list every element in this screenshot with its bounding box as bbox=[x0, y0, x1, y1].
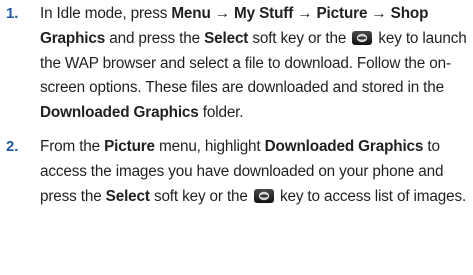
bold-text: Downloaded Graphics bbox=[40, 104, 199, 122]
text-run: In Idle mode, press bbox=[40, 5, 172, 22]
bold-text: Select bbox=[204, 29, 249, 47]
text-run: key to access list of images. bbox=[275, 187, 467, 205]
center-select-key-icon bbox=[352, 30, 373, 45]
instruction-list: 1. In Idle mode, press Menu → My Stuff →… bbox=[0, 2, 473, 209]
text-run: folder. bbox=[198, 104, 244, 122]
text-run: soft key or the bbox=[149, 187, 252, 205]
step-text: In Idle mode, press Menu → My Stuff → Pi… bbox=[40, 5, 467, 121]
step-2: 2. From the Picture menu, highlight Down… bbox=[0, 135, 473, 209]
text-run: soft key or the bbox=[248, 29, 351, 47]
bold-text: Select bbox=[105, 187, 150, 205]
step-text: From the Picture menu, highlight Downloa… bbox=[40, 138, 466, 205]
center-select-key-icon bbox=[253, 188, 274, 203]
step-1: 1. In Idle mode, press Menu → My Stuff →… bbox=[0, 2, 473, 126]
step-number: 1. bbox=[6, 5, 19, 22]
text-run: and press the bbox=[105, 29, 205, 47]
bold-text: Picture bbox=[104, 137, 155, 155]
text-run: menu, highlight bbox=[154, 137, 265, 155]
text-run: From the bbox=[40, 137, 105, 155]
bold-text: Downloaded Graphics bbox=[264, 137, 424, 155]
step-number: 2. bbox=[6, 137, 19, 155]
